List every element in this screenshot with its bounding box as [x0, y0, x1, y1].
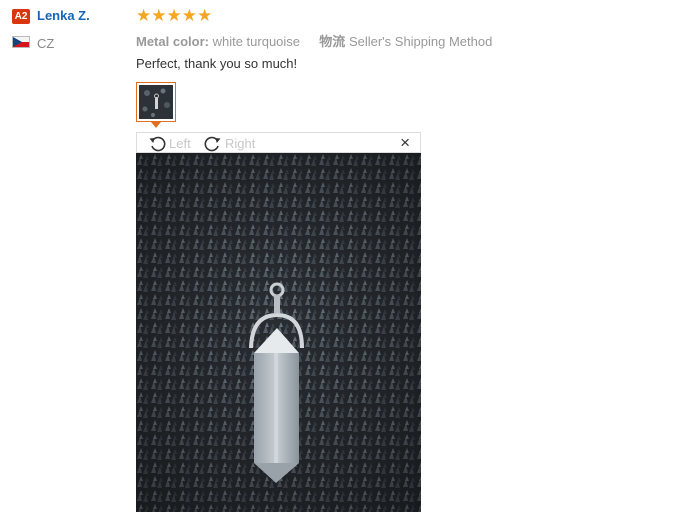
- attribute-value: white turquoise: [212, 34, 301, 49]
- shipping-label: 物流: [319, 34, 346, 49]
- rotate-left-icon: [149, 136, 166, 152]
- rotate-right-icon: [204, 136, 221, 152]
- rotate-right-button[interactable]: Right: [203, 133, 255, 153]
- reviewer-name[interactable]: Lenka Z.: [37, 8, 90, 23]
- review-attributes: Metal color: white turquoise 物流 Seller's…: [136, 31, 492, 50]
- reviewer-country: CZ: [37, 36, 55, 51]
- czech-flag-icon: [12, 36, 30, 48]
- rotate-right-label: Right: [225, 135, 256, 151]
- pendant-photo: [136, 153, 421, 512]
- attribute-key: Metal color:: [136, 34, 209, 49]
- review-comment: Perfect, thank you so much!: [136, 56, 298, 71]
- star-rating: ★★★★★: [136, 6, 213, 25]
- close-viewer-button[interactable]: ×: [400, 133, 410, 153]
- review-photo-enlarged: [136, 153, 421, 512]
- photo-viewer-toolbar: Left Right ×: [136, 132, 421, 153]
- review-photo-thumbnail[interactable]: [136, 82, 176, 122]
- rotate-left-label: Left: [169, 135, 191, 151]
- buyer-level-badge: A2: [12, 9, 30, 24]
- rotate-left-button[interactable]: Left: [147, 133, 191, 153]
- pendant-thumbnail-image: [139, 85, 173, 119]
- shipping-method: Seller's Shipping Method: [348, 34, 493, 49]
- thumbnail-pointer: [151, 122, 161, 128]
